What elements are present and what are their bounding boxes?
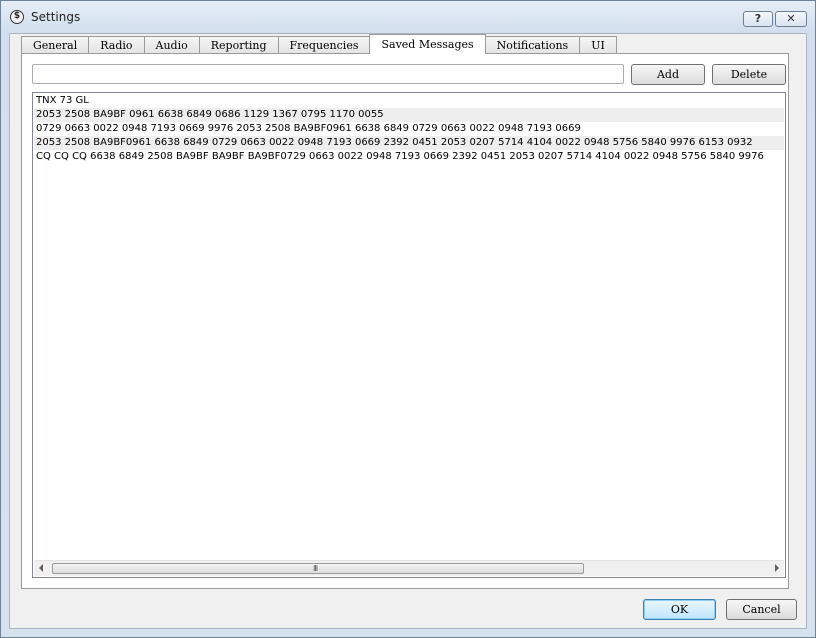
tab-ui[interactable]: UI <box>579 36 617 54</box>
message-input[interactable] <box>32 64 624 84</box>
list-item[interactable]: 2053 2508 BA9BF 0961 6638 6849 0686 1129… <box>34 108 784 122</box>
tab-radio[interactable]: Radio <box>88 36 144 54</box>
scrollbar-thumb[interactable]: III <box>52 563 584 574</box>
list-item[interactable]: 2053 2508 BA9BF0961 6638 6849 0729 0663 … <box>34 136 784 150</box>
title-bar[interactable]: $ Settings ? ✕ <box>1 1 815 33</box>
scroll-left-icon[interactable] <box>39 564 43 572</box>
message-rows: TNX 73 GL 2053 2508 BA9BF 0961 6638 6849… <box>34 94 784 561</box>
settings-tabs: General Radio Audio Reporting Frequencie… <box>21 34 617 54</box>
tab-notifications[interactable]: Notifications <box>484 36 580 54</box>
tab-general[interactable]: General <box>21 36 89 54</box>
tab-audio[interactable]: Audio <box>143 36 199 54</box>
app-logo-icon: $ <box>10 10 24 24</box>
grip-icon: III <box>313 564 318 573</box>
tab-reporting[interactable]: Reporting <box>198 36 278 54</box>
settings-client-area: General Radio Audio Reporting Frequencie… <box>9 33 807 629</box>
close-button[interactable]: ✕ <box>775 11 807 27</box>
scroll-right-icon[interactable] <box>775 564 779 572</box>
saved-messages-panel: Add Delete TNX 73 GL 2053 2508 BA9BF 096… <box>21 53 789 589</box>
list-item[interactable]: CQ CQ CQ 6638 6849 2508 BA9BF BA9BF BA9B… <box>34 150 784 164</box>
ok-button[interactable]: OK <box>643 599 716 620</box>
saved-messages-list[interactable]: TNX 73 GL 2053 2508 BA9BF 0961 6638 6849… <box>32 92 786 578</box>
add-button[interactable]: Add <box>631 64 705 85</box>
help-button[interactable]: ? <box>743 11 773 27</box>
tab-saved-messages[interactable]: Saved Messages <box>369 34 486 54</box>
tab-frequencies[interactable]: Frequencies <box>277 36 370 54</box>
horizontal-scrollbar[interactable]: III <box>34 560 784 576</box>
cancel-button[interactable]: Cancel <box>726 599 797 620</box>
window-title: Settings <box>31 10 81 24</box>
settings-window: $ Settings ? ✕ General Radio Audio Repor… <box>0 0 816 638</box>
list-item[interactable]: 0729 0663 0022 0948 7193 0669 9976 2053 … <box>34 122 784 136</box>
delete-button[interactable]: Delete <box>712 64 786 85</box>
list-item[interactable]: TNX 73 GL <box>34 94 784 108</box>
